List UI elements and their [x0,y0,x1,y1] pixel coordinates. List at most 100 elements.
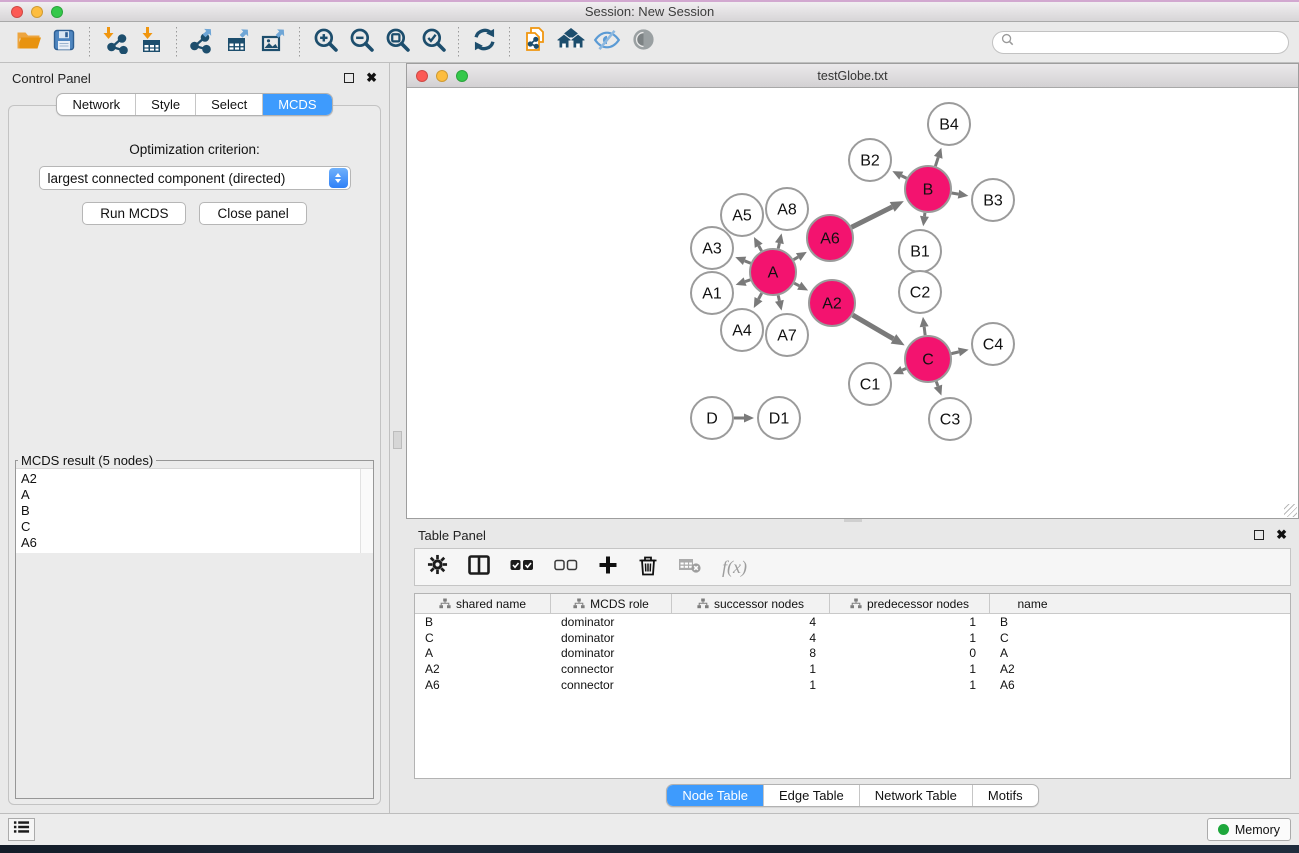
tab-edge-table[interactable]: Edge Table [763,785,859,806]
optimization-criterion-dropdown[interactable]: largest connected component (directed) [39,166,351,190]
graph-edge-A-A5[interactable] [759,246,762,251]
graph-edge-A-A1[interactable] [745,280,750,282]
tab-style[interactable]: Style [135,94,195,115]
delete-table-button[interactable] [678,556,702,579]
tab-select[interactable]: Select [195,94,262,115]
table-cell[interactable]: A [990,646,1075,660]
table-cell[interactable]: 1 [830,615,990,629]
table-cell[interactable]: 1 [830,662,990,676]
graph-edge-B-B4[interactable] [935,157,938,166]
hide-details-button[interactable] [591,26,623,58]
table-cell[interactable]: 1 [830,631,990,645]
table-row[interactable]: A2connector11A2 [415,661,1290,677]
table-cell[interactable]: B [990,615,1075,629]
mcds-result-item[interactable]: A6 [21,535,355,551]
column-header-name[interactable]: name [990,594,1075,613]
close-panel-icon[interactable]: ✖ [366,73,377,83]
table-cell[interactable]: 4 [672,615,830,629]
table-cell[interactable]: dominator [551,615,672,629]
graph-edge-A-A3[interactable] [745,261,751,263]
table-cell[interactable]: 4 [672,631,830,645]
select-all-columns-button[interactable] [510,558,534,576]
refresh-layout-button[interactable] [468,26,500,58]
table-cell[interactable]: 1 [672,662,830,676]
window-resize-grip[interactable] [1284,504,1297,517]
mcds-result-item[interactable]: C [21,519,355,535]
table-cell[interactable]: 1 [672,678,830,692]
graph-edge-C-C3[interactable] [936,382,938,387]
float-panel-icon[interactable] [344,73,354,83]
column-header-MCDS-role[interactable]: MCDS role [551,594,672,613]
run-mcds-button[interactable]: Run MCDS [82,202,186,225]
mcds-result-item[interactable]: B [21,503,355,519]
column-header-successor-nodes[interactable]: successor nodes [672,594,830,613]
result-list-scrollbar[interactable] [360,469,373,553]
memory-button[interactable]: Memory [1207,818,1291,841]
table-cell[interactable]: C [415,631,551,645]
table-row[interactable]: A6connector11A6 [415,677,1290,693]
zoom-selected-button[interactable] [417,26,449,58]
float-panel-icon[interactable] [1254,530,1264,540]
table-cell[interactable]: 8 [672,646,830,660]
tab-network-table[interactable]: Network Table [859,785,972,806]
graph-edge-C-C1[interactable] [902,368,906,370]
task-history-button[interactable] [8,818,35,841]
graph-edge-A2-C[interactable] [853,315,894,339]
table-cell[interactable]: A [415,646,551,660]
table-cell[interactable]: dominator [551,646,672,660]
close-panel-button[interactable]: Close panel [199,202,306,225]
function-builder-button[interactable]: f(x) [722,557,747,578]
graph-edge-C-C4[interactable] [951,352,959,354]
graph-edge-A6-B[interactable] [851,207,892,227]
graph-edge-C-C2[interactable] [924,327,925,335]
duplicate-network-button[interactable] [519,26,551,58]
table-cell[interactable]: connector [551,662,672,676]
zoom-in-button[interactable] [309,26,341,58]
splitter-grip[interactable] [844,519,862,522]
close-panel-icon[interactable]: ✖ [1276,530,1287,540]
save-session-button[interactable] [48,26,80,58]
table-cell[interactable]: connector [551,678,672,692]
vertical-splitter[interactable] [390,63,406,813]
graph-edge-A-A2[interactable] [794,283,799,286]
splitter-grip[interactable] [393,431,402,449]
import-network-button[interactable] [99,26,131,58]
column-header-predecessor-nodes[interactable]: predecessor nodes [830,594,990,613]
mcds-result-item[interactable]: A2 [21,471,355,487]
show-details-button[interactable] [627,26,659,58]
graph-edge-A-A4[interactable] [758,293,761,299]
column-chooser-button[interactable] [468,555,490,580]
table-cell[interactable]: A6 [415,678,551,692]
table-row[interactable]: Bdominator41B [415,614,1290,630]
export-network-button[interactable] [186,26,218,58]
graph-edge-A-A8[interactable] [778,243,779,248]
table-cell[interactable]: dominator [551,631,672,645]
table-row[interactable]: Cdominator41C [415,630,1290,646]
table-row[interactable]: Adominator80A [415,645,1290,661]
tab-node-table[interactable]: Node Table [667,785,763,806]
table-cell[interactable]: 0 [830,646,990,660]
tab-network[interactable]: Network [57,94,135,115]
open-file-button[interactable] [12,26,44,58]
delete-column-button[interactable] [638,554,658,581]
zoom-fit-button[interactable] [381,26,413,58]
graph-edge-B-B3[interactable] [952,193,959,194]
table-settings-button[interactable] [427,554,448,580]
network-canvas[interactable]: AA1A2A3A4A5A6A7A8BB1B2B3B4CC1C2C3C4DD1 [407,88,1298,518]
neighbors-button[interactable] [555,26,587,58]
zoom-out-button[interactable] [345,26,377,58]
search-input[interactable] [1019,35,1280,49]
horizontal-splitter[interactable] [406,519,1299,522]
graph-edge-A-A7[interactable] [778,295,779,300]
table-cell[interactable]: A2 [990,662,1075,676]
add-column-button[interactable] [598,555,618,580]
tab-mcds[interactable]: MCDS [262,94,331,115]
export-table-button[interactable] [222,26,254,58]
table-cell[interactable]: B [415,615,551,629]
deselect-all-columns-button[interactable] [554,558,578,576]
mcds-result-item[interactable]: A [21,487,355,503]
graph-edge-B-B2[interactable] [901,176,906,179]
export-image-button[interactable] [258,26,290,58]
table-cell[interactable]: C [990,631,1075,645]
table-cell[interactable]: 1 [830,678,990,692]
